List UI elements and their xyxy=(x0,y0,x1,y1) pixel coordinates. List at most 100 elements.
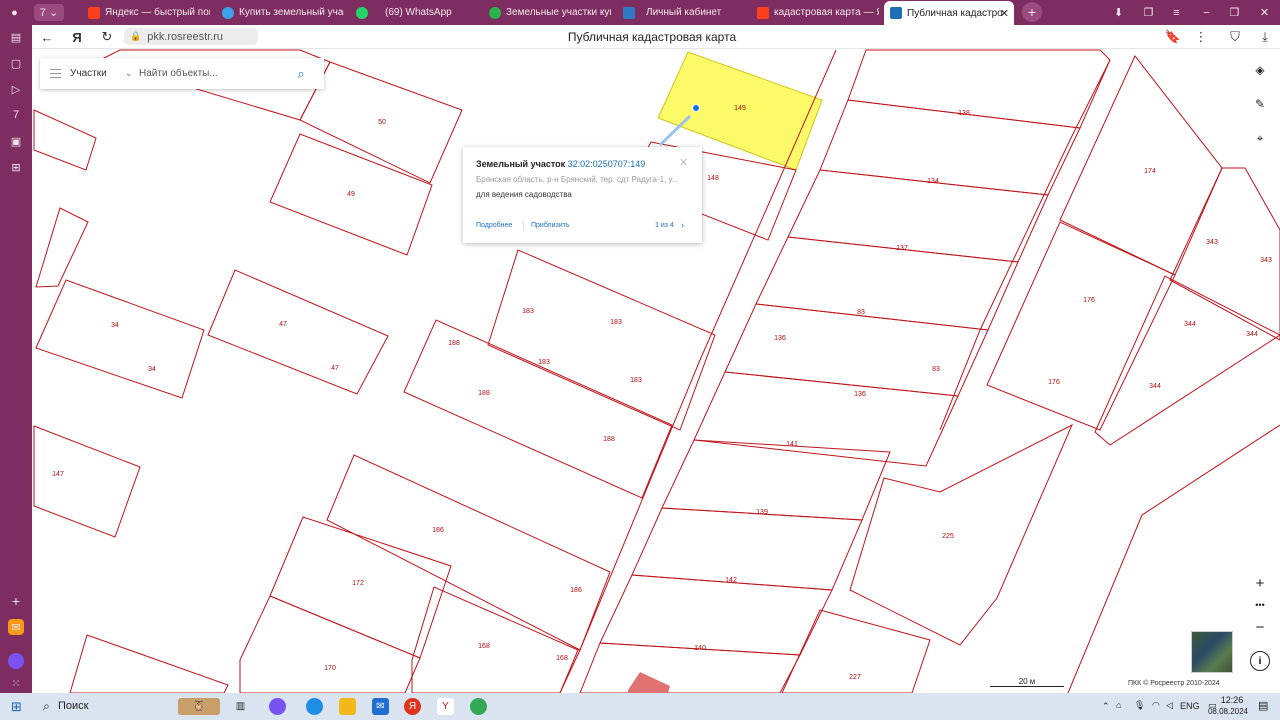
new-tab-button[interactable]: + xyxy=(1022,2,1042,22)
windows-start-icon[interactable]: ⊞ xyxy=(8,698,25,715)
parcel-number-168: 168 xyxy=(478,643,490,650)
parcel-layer[interactable]: 149 148 138 134 137 83 83 136 136 141 139 142 140 227… xyxy=(32,49,1280,693)
microphone-icon[interactable]: 🎙 xyxy=(1134,700,1145,711)
basemap-switcher[interactable] xyxy=(1191,631,1233,673)
popup-pager: 1 из 4 xyxy=(655,222,674,229)
parcel-number-139: 139 xyxy=(756,509,768,516)
chevron-down-icon[interactable]: ⌄ xyxy=(125,68,139,79)
tab-label: Земельные участки купить xyxy=(506,7,611,18)
chevron-right-icon[interactable]: › xyxy=(681,220,684,230)
mail-icon[interactable]: ✉ xyxy=(372,698,389,715)
profile-icon[interactable]: ● xyxy=(6,4,23,21)
more-details-link[interactable]: Подробнее xyxy=(476,222,512,229)
browser-menu-icon[interactable]: ≡ xyxy=(1168,4,1185,21)
parcel-number-344: 344 xyxy=(1184,321,1196,328)
wifi-icon[interactable]: ◠ xyxy=(1152,700,1160,711)
language-indicator[interactable]: ENG xyxy=(1180,701,1200,711)
search-type-select[interactable]: Участки xyxy=(70,68,125,79)
add-panel-icon[interactable]: + xyxy=(8,593,24,609)
zoom-out-button[interactable]: − xyxy=(1248,616,1272,638)
download-icon[interactable]: ⬇ xyxy=(1110,4,1127,21)
tab-yandex-search[interactable]: Яндекс — быстрый поиск xyxy=(82,3,210,22)
parcel-number-47: 47 xyxy=(331,365,339,372)
tab-cadastral-yandex[interactable]: кадастровая карта — Яндекс xyxy=(751,3,879,22)
edge-icon[interactable] xyxy=(306,698,323,715)
tab-buy-land[interactable]: Купить земельный участок xyxy=(216,3,344,22)
parcel-boundary xyxy=(986,221,1176,431)
tab-personal-account[interactable]: Личный кабинет xyxy=(617,3,745,22)
cadastral-map[interactable]: 149 148 138 134 137 83 83 136 136 141 139 142 140 227… xyxy=(32,49,1280,693)
more-icon[interactable]: ⋮ xyxy=(1192,28,1210,46)
parcel-number-344: 344 xyxy=(1149,383,1161,390)
parcel-number-149: 149 xyxy=(734,105,746,112)
close-icon[interactable]: ✕ xyxy=(679,156,688,169)
taskbar-search-label[interactable]: Поиск xyxy=(58,700,88,712)
bookmarks-icon[interactable]: ▤ xyxy=(8,29,24,45)
search-input[interactable] xyxy=(139,68,291,79)
alice-icon[interactable] xyxy=(8,653,24,669)
close-window-icon[interactable]: ✕ xyxy=(1256,4,1273,21)
network-icon[interactable]: ⌂ xyxy=(1116,700,1121,710)
parcel-number-183: 183 xyxy=(630,377,642,384)
messenger-icon[interactable]: ▢ xyxy=(8,55,24,71)
folder-icon[interactable] xyxy=(339,698,356,715)
parcel-number-344: 344 xyxy=(1246,331,1258,338)
parcel-number-137: 137 xyxy=(896,245,908,252)
tab-public-cadastral-map[interactable]: Публичная кадастровая ✕ xyxy=(884,1,1014,25)
browser-sidebar: ▤ ▢ ▷ 7 ▣ ⊞ + ✉ ⁙ xyxy=(0,25,32,693)
parcel-number-170: 170 xyxy=(324,665,336,672)
extension-icon[interactable]: ⛉ xyxy=(1226,28,1244,46)
apps-icon[interactable]: ⊞ xyxy=(8,159,24,175)
sidebar-settings-icon[interactable]: ⁙ xyxy=(8,675,24,691)
measure-icon[interactable]: ✎ xyxy=(1248,92,1272,116)
owl-widget-icon[interactable]: 🦉 xyxy=(178,698,220,715)
parcel-number-188: 188 xyxy=(448,340,460,347)
locate-icon[interactable]: ⌖ xyxy=(1248,126,1272,150)
chevron-up-icon[interactable]: ⌃ xyxy=(1102,701,1110,712)
minimize-icon[interactable]: − xyxy=(1198,4,1215,21)
task-view-icon[interactable]: ▥ xyxy=(232,698,249,715)
tab-close-icon[interactable]: ✕ xyxy=(1000,7,1009,20)
yandex-taskbar-icon[interactable]: Y xyxy=(437,698,454,715)
bookmark-icon[interactable]: 🔖 xyxy=(1164,28,1182,46)
tab-counter-button[interactable]: 7 ⌄ xyxy=(34,4,64,21)
tab-land-plots[interactable]: Земельные участки купить xyxy=(483,3,611,22)
mail-icon[interactable]: ✉ xyxy=(8,619,24,635)
zoom-in-button[interactable]: + xyxy=(1248,572,1272,594)
parcel-boundary xyxy=(239,595,421,693)
alice-icon[interactable] xyxy=(269,698,286,715)
tab-label: Личный кабинет xyxy=(646,7,722,18)
tab-whatsapp[interactable]: (69) WhatsApp xyxy=(350,3,478,22)
downloads-icon[interactable]: ⤓ xyxy=(1256,28,1274,46)
zoom-more-icon[interactable]: ••• xyxy=(1248,594,1272,616)
calendar-icon[interactable]: 7 xyxy=(8,107,24,123)
zoom-to-link[interactable]: Приблизить xyxy=(531,222,570,229)
parcel-number-34: 34 xyxy=(148,366,156,373)
parcel-number-186: 186 xyxy=(570,587,582,594)
parcel-boundary xyxy=(35,207,89,288)
collections-icon[interactable]: ❐ xyxy=(1140,4,1157,21)
search-icon[interactable]: ⌕ xyxy=(291,66,311,82)
zoom-control: + ••• − xyxy=(1248,572,1272,640)
search-icon[interactable]: ⌕ xyxy=(38,698,55,715)
restore-icon[interactable]: ❐ xyxy=(1226,4,1243,21)
yandex-browser-icon[interactable]: Я xyxy=(404,698,421,715)
parcel-number-225: 225 xyxy=(942,533,954,540)
cadastral-number-link[interactable]: 32:02:0250707:149 xyxy=(568,159,646,169)
menu-icon[interactable] xyxy=(40,58,70,89)
volume-icon[interactable]: ◁ xyxy=(1166,700,1173,711)
yandex-icon xyxy=(757,6,769,19)
notifications-icon[interactable]: ▤ xyxy=(1258,699,1268,712)
chrome-icon[interactable] xyxy=(470,698,487,715)
parcel-number-174: 174 xyxy=(1144,168,1156,175)
clock-time[interactable]: 12:26 xyxy=(1212,695,1252,705)
notes-icon[interactable]: ▣ xyxy=(8,133,24,149)
page-title: Публичная кадастровая карта xyxy=(567,30,737,44)
clock-date[interactable]: 08.08.2024 xyxy=(1202,707,1254,716)
parcel-boundary xyxy=(269,516,452,659)
info-icon[interactable]: i xyxy=(1250,651,1270,671)
play-icon[interactable]: ▷ xyxy=(8,81,24,97)
tab-counter: 7 xyxy=(39,6,46,19)
avito-icon xyxy=(222,6,234,19)
layers-icon[interactable]: ◈ xyxy=(1248,58,1272,82)
